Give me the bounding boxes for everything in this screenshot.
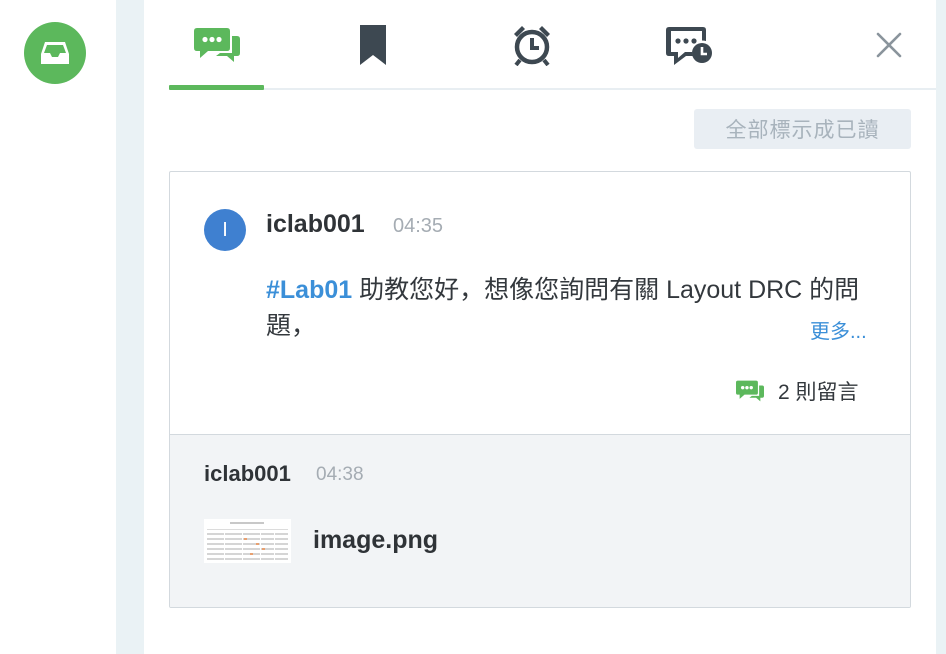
post-time: 04:35 — [393, 215, 444, 237]
comment-icon — [736, 380, 764, 402]
scheduled-message-icon — [665, 27, 712, 65]
chat-bubbles-icon — [193, 28, 240, 62]
thread-post[interactable]: I iclab001 04:35 #Lab01 助教您好，想像您詢問有關 Lay… — [170, 172, 910, 434]
active-tab-indicator — [169, 85, 264, 90]
attachment-thumbnail[interactable] — [204, 519, 291, 563]
tab-scheduled[interactable] — [641, 0, 736, 90]
reply-time: 04:38 — [316, 464, 364, 485]
attachment-filename[interactable]: image.png — [313, 526, 438, 555]
panel-gutter-right — [936, 0, 946, 654]
tab-bar — [144, 0, 936, 90]
mark-all-read-button[interactable]: 全部標示成已讀 — [694, 109, 911, 149]
tab-messages[interactable] — [169, 0, 264, 90]
left-rail — [0, 0, 116, 654]
avatar[interactable]: I — [204, 209, 246, 251]
image-thumbnail-icon — [204, 519, 291, 563]
comment-count-link[interactable]: 2 則留言 — [736, 376, 859, 406]
close-icon — [876, 32, 902, 58]
tab-bookmarks[interactable] — [325, 0, 420, 90]
post-message-text: 助教您好，想像您詢問有關 Layout DRC 的問題， — [266, 276, 860, 340]
bookmark-icon — [359, 25, 386, 65]
hashtag-link[interactable]: #Lab01 — [266, 276, 352, 304]
comment-count-label: 2 則留言 — [778, 381, 859, 404]
inbox-button[interactable] — [24, 22, 86, 84]
close-button[interactable] — [870, 26, 908, 64]
thread-card: I iclab001 04:35 #Lab01 助教您好，想像您詢問有關 Lay… — [169, 171, 911, 608]
notification-panel: 全部標示成已讀 I iclab001 04:35 #Lab01 助教您好，想像您… — [144, 0, 936, 654]
reply-author[interactable]: iclab001 — [204, 461, 291, 487]
tab-reminders[interactable] — [484, 0, 579, 90]
panel-gutter-left — [116, 0, 144, 654]
reply-item[interactable]: iclab001 04:38 image.png — [170, 434, 910, 607]
post-message: #Lab01 助教您好，想像您詢問有關 Layout DRC 的問題， — [266, 272, 866, 344]
post-author[interactable]: iclab001 — [266, 210, 365, 239]
read-more-link[interactable]: 更多... — [810, 315, 867, 344]
alarm-clock-icon — [513, 26, 550, 66]
inbox-icon — [41, 42, 69, 64]
